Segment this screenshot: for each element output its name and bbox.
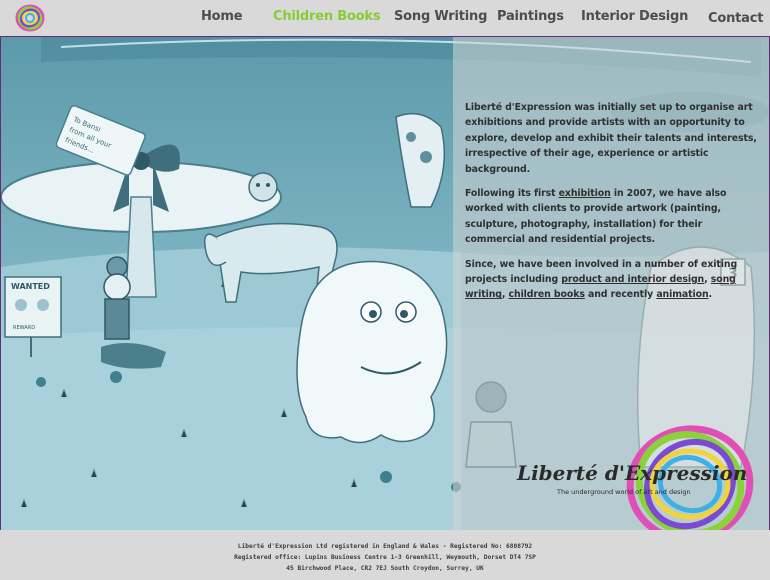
- brand-logo: Liberté d'Expression The underground wor…: [516, 425, 754, 530]
- svg-text:WANTED: WANTED: [11, 282, 50, 291]
- footer-address: 45 Birchwood Place, CR2 7EJ South Croydo…: [286, 565, 484, 572]
- intro-text-span: ,: [501, 289, 509, 301]
- intro-text-span: .: [708, 289, 713, 301]
- top-bar: Home Children Books Song Writing Paintin…: [0, 0, 770, 36]
- nav-interior-design[interactable]: Interior Design: [581, 9, 688, 24]
- nav-contact[interactable]: Contact: [708, 11, 763, 26]
- brand-name: Liberté d'Expression: [516, 461, 747, 485]
- intro-paragraph-3: Since, we have been involved in a number…: [465, 257, 761, 303]
- children-books-link[interactable]: children books: [509, 289, 585, 300]
- footer-text: Liberté d'Expression Ltd registered in E…: [0, 541, 770, 574]
- nav-paintings[interactable]: Paintings: [497, 9, 564, 24]
- intro-paragraph-2: Following its first exhibition in 2007, …: [465, 186, 761, 248]
- main-nav: Home Children Books Song Writing Paintin…: [0, 0, 770, 36]
- intro-text-span: Following its first: [465, 188, 559, 200]
- animation-link[interactable]: animation: [656, 289, 708, 300]
- footer: Liberté d'Expression Ltd registered in E…: [0, 530, 770, 580]
- footer-registered-office: Registered office: Lupins Business Centr…: [234, 554, 536, 561]
- intro-text-span: ,: [704, 274, 711, 286]
- hero-frame: To Bansi from all your friends... WANTED…: [0, 36, 770, 531]
- exhibition-link[interactable]: exhibition: [559, 188, 611, 199]
- product-interior-design-link[interactable]: product and interior design: [561, 274, 704, 285]
- intro-paragraph-1: Liberté d'Expression was initially set u…: [465, 102, 757, 175]
- nav-song-writing[interactable]: Song Writing: [394, 9, 487, 24]
- nav-children-books[interactable]: Children Books: [273, 9, 381, 24]
- intro-text: Liberté d'Expression was initially set u…: [465, 100, 761, 312]
- brand-tagline: The underground world of art and design: [556, 488, 691, 496]
- intro-text-span: and recently: [584, 289, 657, 301]
- svg-text:REWARD: REWARD: [13, 325, 35, 331]
- nav-home[interactable]: Home: [201, 9, 243, 24]
- footer-registration: Liberté d'Expression Ltd registered in E…: [237, 543, 533, 550]
